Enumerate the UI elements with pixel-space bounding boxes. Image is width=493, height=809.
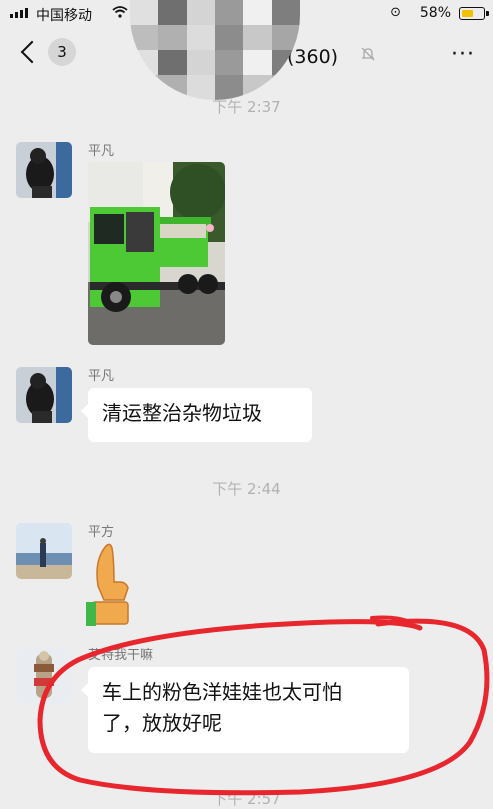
more-icon[interactable]: ··· [451,42,475,67]
unread-count-badge: 3 [48,38,76,66]
carrier-name: 中国移动 [36,8,92,24]
wifi-icon [112,6,128,18]
mosaic-block [215,50,244,75]
avatar[interactable] [16,142,72,198]
mosaic-block [215,0,244,25]
text-message-bubble[interactable]: 清运整治杂物垃圾 [81,388,312,442]
sender-name: 平凡 [88,369,115,384]
sender-name: 平凡 [88,144,115,159]
mosaic-block [243,0,272,25]
battery-icon [459,7,489,20]
timestamp: 下午 2:44 [212,480,281,498]
image-message[interactable] [88,162,225,345]
message-text-line: 了，放放好呢 [102,711,222,735]
mosaic-block [215,25,244,50]
avatar[interactable] [16,648,72,704]
mosaic-block [271,0,300,25]
message-text-line: 车上的粉色洋娃娃也太可怕 [102,680,342,704]
avatar[interactable] [16,523,72,579]
back-button[interactable]: 3 [18,38,76,66]
text-message-bubble[interactable]: 车上的粉色洋娃娃也太可怕 了，放放好呢 [81,667,409,753]
message-text: 清运整治杂物垃圾 [102,401,262,425]
sender-name: 平方 [88,525,115,540]
mosaic-block [186,25,215,50]
mosaic-block [130,0,159,25]
back-chevron-icon [20,40,44,64]
battery-fill [462,10,473,17]
signal-icon [10,8,28,18]
mosaic-block [186,50,215,75]
mosaic-block [158,25,187,50]
mosaic-block [158,0,187,25]
timestamp: 下午 2:37 [212,98,281,116]
mosaic-block [243,50,272,75]
sender-name: 艾特我干嘛 [88,648,154,663]
mosaic-block [158,50,187,75]
mosaic-block [243,25,272,50]
privacy-mosaic [130,0,300,100]
timestamp: 下午 2:57 [212,790,281,808]
battery-percent: 58% [419,5,451,21]
thumbs-up-icon[interactable] [84,540,134,630]
mute-icon [361,47,375,61]
mosaic-block [186,0,215,25]
avatar[interactable] [16,367,72,423]
rotation-lock-icon: ⊙ [390,5,401,20]
